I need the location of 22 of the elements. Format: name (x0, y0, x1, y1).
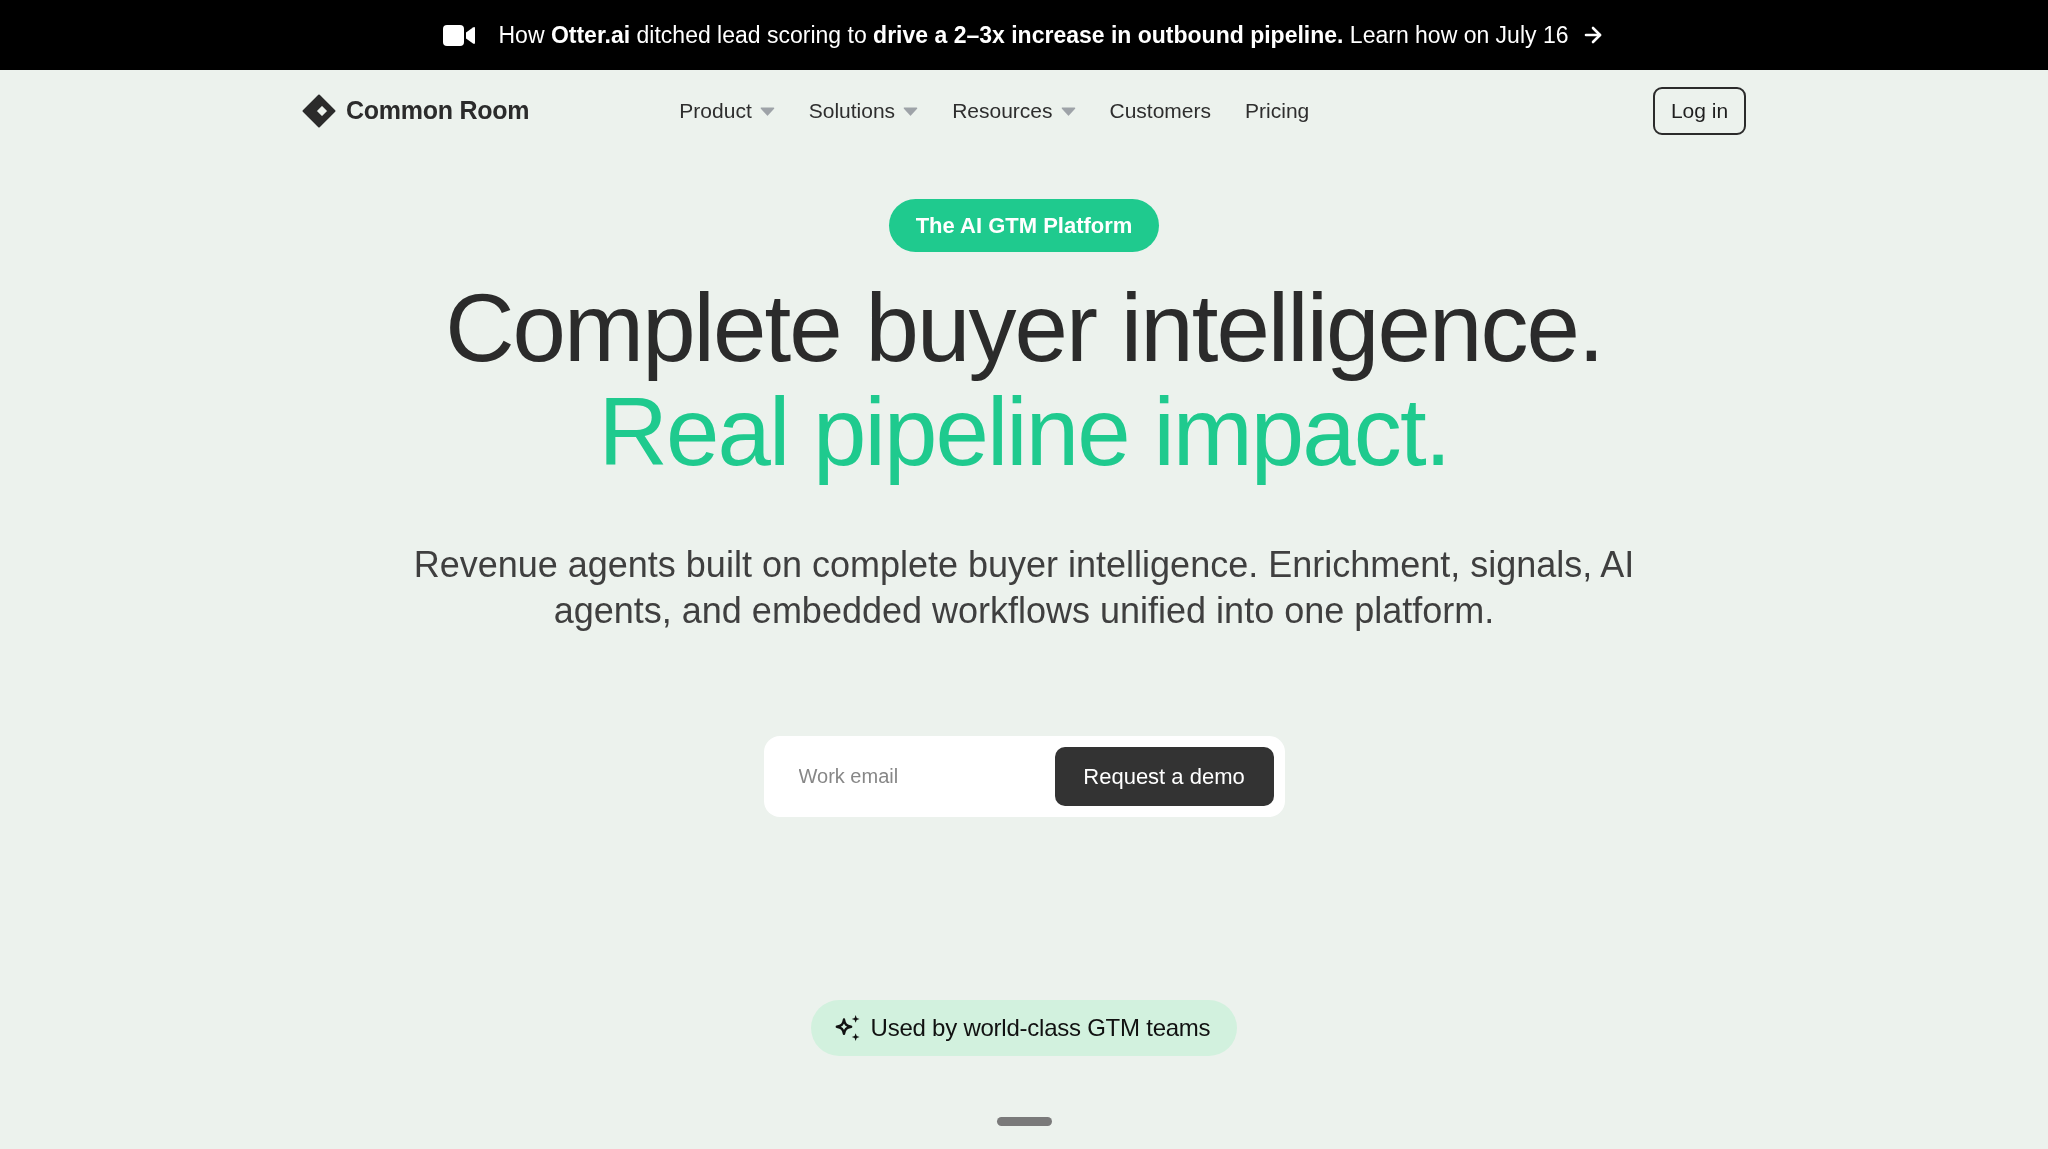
nav-link[interactable]: Pricing (1245, 95, 1310, 127)
nav-link[interactable]: Customers (1109, 95, 1212, 127)
scroll-indicator (996, 1117, 1052, 1126)
hero-description: Revenue agents built on complete buyer intelligence. Enrichment, signals, AI agents, and embedded workflows unified into one platform. (412, 543, 1636, 633)
email-signup-form[interactable]: Work email Request a demo (763, 736, 1285, 817)
hero-headline-accent: Real pipeline impact. (598, 380, 1450, 484)
request-demo-button[interactable]: Request a demo (1054, 747, 1274, 806)
login-button[interactable]: Log in (1653, 87, 1746, 135)
social-proof-text: Used by world-class GTM teams (870, 1013, 1211, 1043)
caret-down-icon (759, 106, 775, 116)
logo-icon (302, 94, 336, 128)
video-camera-icon (443, 24, 476, 46)
nav-menu-button[interactable]: Product (679, 95, 775, 127)
platform-badge: The AI GTM Platform (888, 199, 1160, 252)
email-input[interactable]: Work email (774, 747, 1055, 806)
nav-menu-button[interactable]: Solutions (808, 95, 919, 127)
caret-down-icon (903, 106, 919, 116)
caret-down-icon (1060, 106, 1076, 116)
nav-menu-button[interactable]: Resources (952, 95, 1076, 127)
announcement-link[interactable]: How Otter.ai ditched lead scoring to drive a 2–3x increase in outbound pipeline. Learn how on July 16 (498, 17, 1569, 53)
logo-text: Common Room (346, 95, 530, 127)
hero-headline: Complete buyer intelligence. (445, 276, 1603, 380)
